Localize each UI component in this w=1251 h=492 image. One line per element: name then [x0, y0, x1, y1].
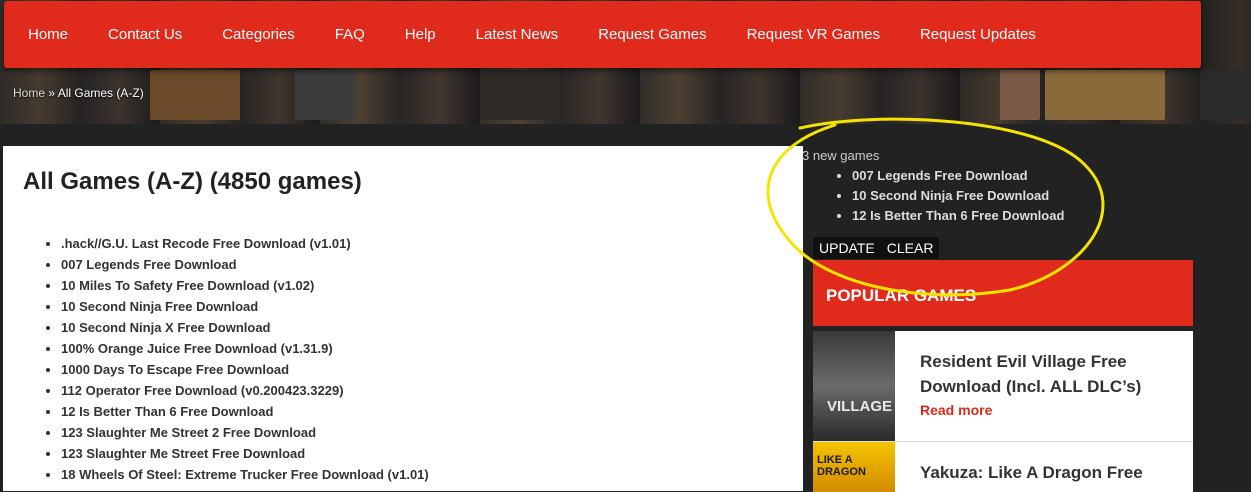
game-thumbnail[interactable]: VILLAGE: [813, 331, 895, 441]
banner-game-art: [295, 70, 355, 120]
banner-game-art: [480, 70, 560, 120]
banner-game-art: [1200, 70, 1251, 120]
new-games-widget: 3 new games 007 Legends Free Download10 …: [802, 148, 1064, 226]
nav-link-latest-news[interactable]: Latest News: [456, 26, 579, 43]
breadcrumb-current: All Games (A-Z): [57, 86, 144, 100]
game-list-item[interactable]: 123 Slaughter Me Street Free Download: [61, 443, 429, 464]
banner-game-art: [1000, 70, 1040, 120]
banner-game-art: [1045, 70, 1165, 120]
new-game-item[interactable]: 12 Is Better Than 6 Free Download: [852, 206, 1064, 226]
page-title: All Games (A-Z) (4850 games): [23, 168, 362, 195]
popular-item[interactable]: VILLAGE Resident Evil Village Free Downl…: [813, 331, 1193, 442]
main-content: All Games (A-Z) (4850 games) .hack//G.U.…: [3, 146, 803, 491]
game-list-item[interactable]: 10 Miles To Safety Free Download (v1.02): [61, 275, 429, 296]
popular-item[interactable]: LIKE A DRAGON Yakuza: Like A Dragon Free: [813, 442, 1193, 492]
popular-games-header: POPULAR GAMES: [813, 260, 1193, 326]
new-games-list: 007 Legends Free Download10 Second Ninja…: [802, 166, 1064, 226]
new-games-count: 3 new games: [802, 148, 880, 163]
game-list-item[interactable]: 100% Orange Juice Free Download (v1.31.9…: [61, 338, 429, 359]
game-list-item[interactable]: .hack//G.U. Last Recode Free Download (v…: [61, 233, 429, 254]
header-banner: Home Contact Us Categories FAQ Help Latest Ne…: [0, 0, 1251, 124]
main-nav: Home Contact Us Categories FAQ Help Latest Ne…: [4, 1, 1201, 68]
game-list-item[interactable]: 123 Slaughter Me Street 2 Free Download: [61, 422, 429, 443]
nav-link-home[interactable]: Home: [4, 26, 88, 43]
new-game-item[interactable]: 10 Second Ninja Free Download: [852, 186, 1064, 206]
game-thumbnail[interactable]: LIKE A DRAGON: [813, 442, 895, 492]
game-list-item[interactable]: 112 Operator Free Download (v0.200423.32…: [61, 380, 429, 401]
game-list-item[interactable]: 18 Wheels Of Steel: Extreme Trucker Free…: [61, 464, 429, 485]
popular-item-title[interactable]: Yakuza: Like A Dragon Free: [920, 460, 1180, 485]
game-list-item[interactable]: 007 Legends Free Download: [61, 254, 429, 275]
new-game-item[interactable]: 007 Legends Free Download: [852, 166, 1064, 186]
game-list-item[interactable]: 10 Second Ninja X Free Download: [61, 317, 429, 338]
breadcrumb: Home » All Games (A-Z): [13, 86, 144, 100]
nav-link-contact-us[interactable]: Contact Us: [88, 26, 202, 43]
games-list: .hack//G.U. Last Recode Free Download (v…: [43, 233, 429, 485]
nav-link-request-updates[interactable]: Request Updates: [900, 26, 1056, 43]
popular-item-title[interactable]: Resident Evil Village Free Download (Inc…: [920, 349, 1180, 399]
nav-link-help[interactable]: Help: [385, 26, 456, 43]
update-button[interactable]: UPDATE: [813, 240, 881, 256]
nav-link-categories[interactable]: Categories: [202, 26, 315, 43]
clear-button[interactable]: CLEAR: [881, 240, 940, 256]
breadcrumb-separator: »: [45, 86, 58, 100]
breadcrumb-home-link[interactable]: Home: [13, 86, 45, 100]
popular-games-title: POPULAR GAMES: [826, 286, 977, 305]
thumbnail-logo-text: VILLAGE: [827, 398, 893, 415]
banner-game-art: [150, 70, 240, 120]
read-more-link[interactable]: Read more: [920, 402, 992, 418]
game-list-item[interactable]: 12 Is Better Than 6 Free Download: [61, 401, 429, 422]
nav-link-request-games[interactable]: Request Games: [578, 26, 726, 43]
nav-link-request-vr-games[interactable]: Request VR Games: [727, 26, 900, 43]
game-list-item[interactable]: 1000 Days To Escape Free Download: [61, 359, 429, 380]
nav-link-faq[interactable]: FAQ: [315, 26, 385, 43]
game-list-item[interactable]: 10 Second Ninja Free Download: [61, 296, 429, 317]
widget-buttons: UPDATE CLEAR: [813, 237, 940, 259]
thumbnail-logo-text: LIKE A DRAGON: [817, 454, 866, 478]
